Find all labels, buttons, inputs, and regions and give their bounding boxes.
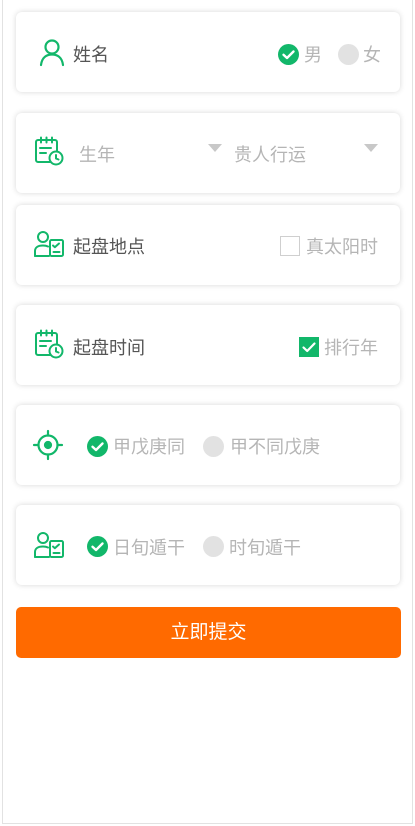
true-solar-time-label[interactable]: 真太阳时	[306, 233, 378, 259]
true-solar-time-checkbox[interactable]	[280, 236, 300, 256]
name-card: 姓名 男 女	[16, 12, 400, 92]
dun-option-2-radio[interactable]	[203, 536, 224, 557]
person-checklist-icon	[33, 529, 65, 561]
gender-female-radio[interactable]	[338, 44, 359, 65]
submit-button[interactable]: 立即提交	[16, 607, 401, 658]
gender-male-radio[interactable]	[278, 44, 299, 65]
name-label: 姓名	[73, 45, 109, 66]
jia-option-2-radio[interactable]	[203, 436, 224, 457]
place-label[interactable]: 起盘地点	[73, 233, 145, 259]
pai-xing-nian-label[interactable]: 排行年	[324, 334, 378, 360]
calendar-clock-icon	[33, 328, 65, 360]
dun-option-1-radio[interactable]	[87, 536, 108, 557]
dun-card: 日旬遁干 时旬遁干	[16, 505, 400, 585]
year-card: 生年 贵人行运	[16, 113, 400, 193]
target-icon	[32, 429, 64, 461]
time-card: 起盘时间 排行年	[16, 305, 400, 385]
star-dropdown-caret-icon[interactable]	[364, 144, 378, 152]
user-icon	[36, 36, 68, 68]
year-dropdown-caret-icon[interactable]	[208, 144, 222, 152]
jia-option-1-label[interactable]: 甲戊庚同	[113, 433, 185, 459]
dun-option-2-label[interactable]: 时旬遁干	[229, 534, 301, 560]
jia-card: 甲戊庚同 甲不同戊庚	[16, 405, 400, 485]
person-checklist-icon	[33, 228, 65, 260]
place-card: 起盘地点 真太阳时	[16, 205, 400, 285]
year-select[interactable]: 生年	[79, 141, 115, 167]
dun-option-1-label[interactable]: 日旬遁干	[113, 534, 185, 560]
star-select[interactable]: 贵人行运	[234, 141, 306, 167]
gender-female-label[interactable]: 女	[363, 41, 381, 67]
gender-male-label[interactable]: 男	[304, 41, 322, 67]
calendar-clock-icon	[33, 135, 65, 167]
time-label[interactable]: 起盘时间	[73, 334, 145, 360]
jia-option-2-label[interactable]: 甲不同戊庚	[230, 433, 320, 459]
jia-option-1-radio[interactable]	[87, 436, 108, 457]
pai-xing-nian-checkbox[interactable]	[299, 337, 319, 357]
